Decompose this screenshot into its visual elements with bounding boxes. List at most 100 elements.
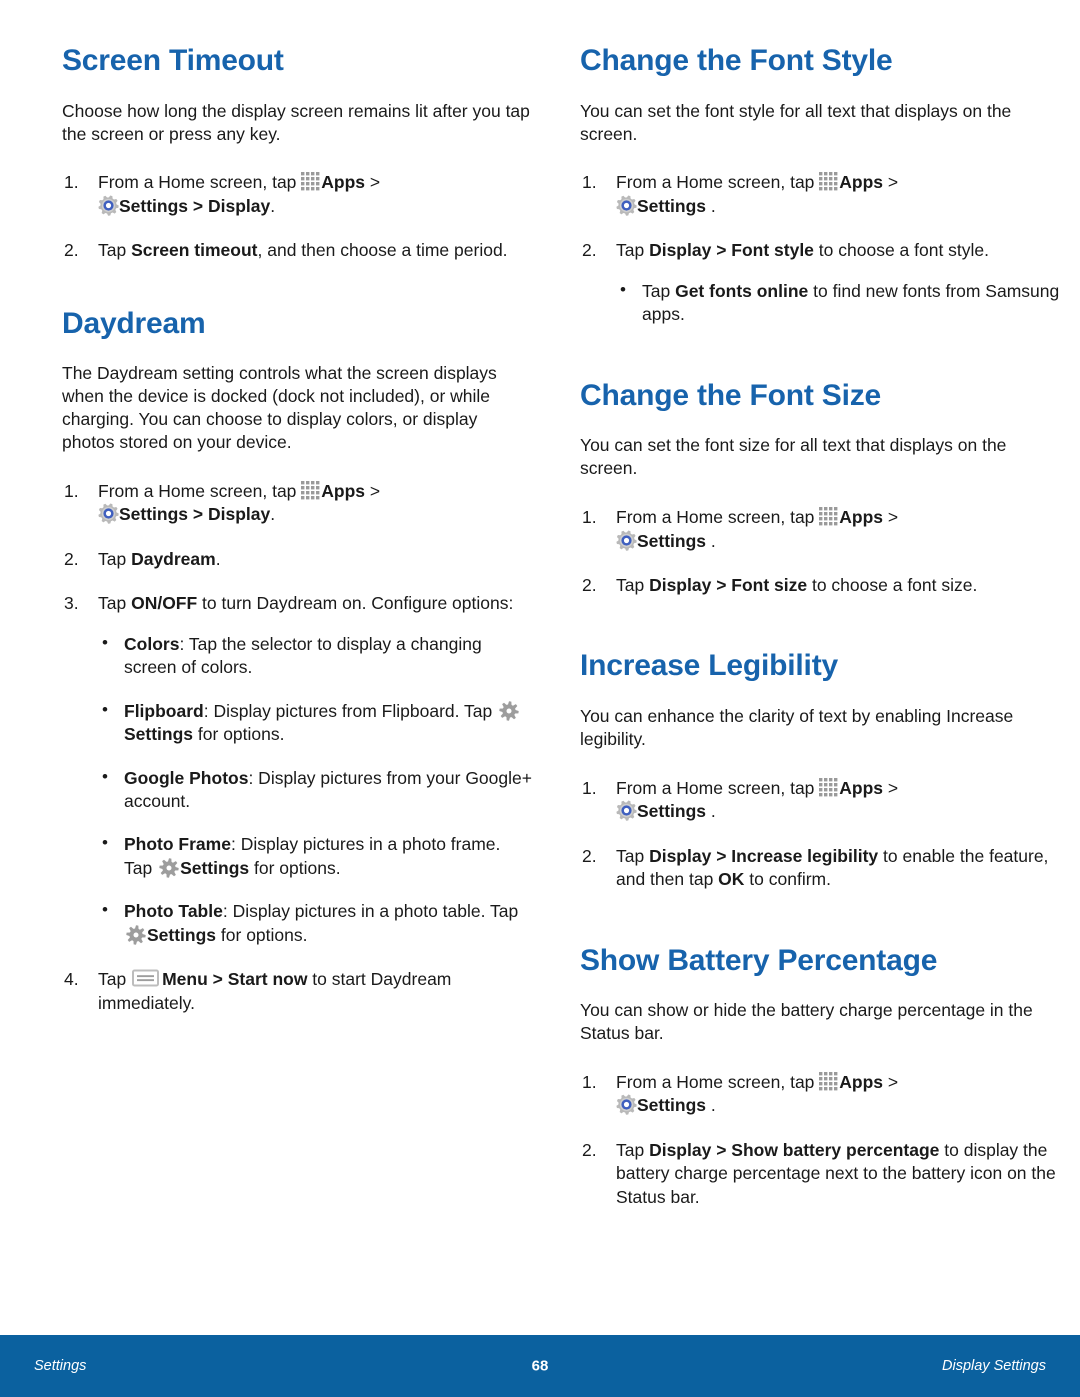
emphasis-text: Settings [180,857,250,878]
section-heading: Screen Timeout [62,44,284,77]
bullet-dot-icon: • [102,833,108,853]
bullet-text: Google Photos: Display pictures from you… [124,768,532,811]
step-number: 2. [582,1139,597,1160]
apps-grid-icon [301,481,320,500]
body-text: > [365,172,381,193]
step-item: 1. From a Home screen, tap Apps > Setting… [62,171,532,218]
emphasis-text: Settings [119,195,189,216]
body-text: Tap [98,593,132,614]
body-text: From a Home screen, tap [616,172,820,193]
step-number: 2. [64,548,79,569]
section-intro: The Daydream setting controls what the s… [62,363,497,453]
step-item: 2. Tap Display > Font style to choose a f… [580,239,1060,326]
step-item: 2. Tap Daydream. [62,548,532,571]
bullet-text: Tap Get fonts online to find new fonts f… [642,281,1059,324]
bullet-text: Photo Table: Display pictures in a photo… [124,901,518,944]
step-text: Tap Display > Increase legibility to ena… [616,846,1048,889]
emphasis-text: Apps [321,172,366,193]
section-intro: You can enhance the clarity of text by e… [580,705,1014,749]
bullet-dot-icon: • [102,699,108,719]
body-text: . [270,504,276,525]
footer-section-label: Display Settings [942,1358,1046,1374]
section-intro: You can set the font style for all text … [580,100,1012,144]
bullet-item: • Tap Get fonts online to find new fonts … [616,280,1060,327]
body-text: to choose a font size. [807,574,978,595]
body-text: > [883,1072,899,1092]
step-item: 2. Tap Display > Increase legibility to e… [580,845,1060,892]
settings-gear-icon [98,195,119,216]
body-text: to confirm. [744,869,831,890]
apps-grid-icon [819,507,838,526]
apps-grid-icon [819,1072,838,1091]
step-text: Tap Display > Font size to choose a font… [616,575,977,595]
emphasis-text: ON/OFF [131,593,198,614]
emphasis-text: Photo Table [124,901,223,922]
step-text: From a Home screen, tap Apps > Settings … [98,481,380,524]
emphasis-text: Apps [839,777,884,798]
bullet-dot-icon: • [102,900,108,920]
settings-gear-icon [98,503,119,525]
content-section: Change the Font Style You can set the fon… [580,44,1060,327]
body-text: From a Home screen, tap [98,481,302,502]
emphasis-text: Settings [637,801,707,822]
body-text: . [706,195,716,216]
emphasis-text: Apps [839,507,884,528]
content-section: Change the Font Size You can set the font… [580,379,1060,598]
step-item: 2. Tap Display > Show battery percentage … [580,1139,1060,1209]
emphasis-text: Menu > Start now [162,969,308,990]
step-item: 3. Tap ON/OFF to turn Daydream on. Config… [62,592,532,947]
emphasis-text: Colors [124,633,180,654]
body-text: for options. [249,857,341,878]
body-text: From a Home screen, tap [616,1072,820,1092]
bullet-list: • Tap Get fonts online to find new fonts … [616,280,1060,327]
body-text: From a Home screen, tap [98,172,302,193]
emphasis-text: Google Photos [124,767,249,788]
step-text: Tap ON/OFF to turn Daydream on. Configur… [98,593,513,613]
step-text: From a Home screen, tap Apps > Settings … [98,172,381,216]
body-text: From a Home screen, tap [616,777,820,798]
step-list: 1. From a Home screen, tap Apps > Setting… [62,480,532,1015]
emphasis-text: Display > Font style [649,240,814,261]
step-item: 1. From a Home screen, tap Apps > Setting… [580,1071,1060,1118]
emphasis-text: Settings [147,924,217,945]
body-text: : Display pictures in a photo table. Tap [222,901,519,922]
step-item: 1. From a Home screen, tap Apps > Setting… [62,480,532,527]
emphasis-text: Display > Font size [649,574,808,595]
step-list: 1. From a Home screen, tap Apps > Setting… [580,777,1060,892]
body-text: for options. [193,724,285,745]
content-section: Screen Timeout Choose how long the displa… [62,44,532,263]
bullet-text: Photo Frame: Display pictures in a photo… [124,834,500,877]
step-list: 1. From a Home screen, tap Apps > Setting… [580,506,1060,597]
step-number: 2. [582,574,597,595]
gear-icon [159,858,179,878]
emphasis-text: Settings [119,504,189,525]
emphasis-text: OK [718,869,745,890]
bullet-item: • Photo Frame: Display pictures in a phot… [98,833,532,880]
body-text: for options. [216,924,308,945]
emphasis-text: Apps [321,481,366,502]
body-text: > [883,507,899,528]
step-item: 4. Tap Menu > Start now to start Daydream… [62,968,532,1015]
step-number: 2. [64,240,79,261]
body-text: Tap [98,969,132,990]
emphasis-text: Display > Increase legibility [649,845,879,866]
settings-gear-icon [616,195,637,216]
step-number: 1. [582,507,597,528]
gear-icon [126,925,146,945]
section-intro: You can show or hide the battery charge … [580,1000,1033,1044]
body-text: to turn Daydream on. Configure options: [197,593,514,614]
bullet-text: Flipboard: Display pictures from Flipboa… [124,701,520,744]
step-number: 4. [64,969,79,990]
step-number: 1. [64,481,79,502]
section-intro: Choose how long the display screen remai… [62,100,530,144]
step-text: Tap Display > Show battery percentage to… [616,1140,1056,1207]
footer-page-number: 68 [531,1357,549,1375]
left-column: Screen Timeout Choose how long the displa… [62,44,532,1015]
body-text: > [365,481,381,502]
body-text: > [883,777,899,798]
step-item: 1. From a Home screen, tap Apps > Setting… [580,506,1060,553]
step-number: 1. [64,172,79,193]
step-list: 1. From a Home screen, tap Apps > Setting… [62,171,532,262]
section-intro: You can set the font size for all text t… [580,435,1007,479]
step-text: Tap Menu > Start now to start Daydream i… [98,969,451,1012]
